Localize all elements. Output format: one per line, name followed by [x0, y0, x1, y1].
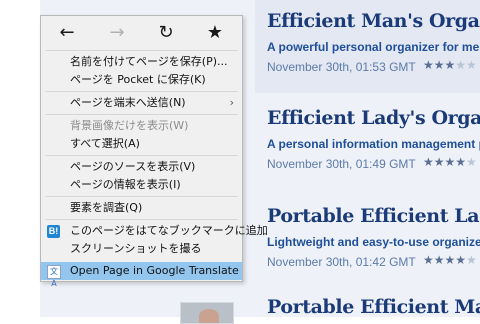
menu-item-label: ページのソースを表示(V)	[70, 160, 196, 173]
menu-item-select-all[interactable]: すべて選択(A)	[41, 135, 242, 153]
list-item[interactable]: Efficient Man's Organizer A powerful per…	[255, 0, 480, 93]
menu-separator	[45, 219, 238, 220]
page-left-margin	[0, 0, 40, 317]
program-title[interactable]: Portable Efficient Man's	[267, 296, 480, 317]
program-title[interactable]: Portable Efficient Lady's	[267, 205, 480, 227]
menu-separator	[45, 196, 238, 197]
list-item[interactable]: Efficient Lady's Organizer A personal in…	[255, 97, 480, 190]
thumbnail-figure	[199, 309, 219, 323]
menu-item-inspect-element[interactable]: 要素を調査(Q)	[41, 199, 242, 217]
menu-item-view-source[interactable]: ページのソースを表示(V)	[41, 158, 242, 176]
program-description: A powerful personal organizer for men th…	[267, 40, 480, 54]
menu-separator	[45, 91, 238, 92]
menu-separator	[45, 50, 238, 51]
menu-item-label: 名前を付けてページを保存(P)...	[70, 55, 228, 68]
menu-item-label: すべて選択(A)	[70, 137, 140, 150]
menu-item-label: ページを Pocket に保存(K)	[70, 73, 206, 86]
context-menu: ← → ↻ ★ 名前を付けてページを保存(P)... ページを Pocket に…	[40, 15, 268, 288]
menu-item-label: ページの情報を表示(I)	[70, 178, 181, 191]
program-thumbnail[interactable]	[180, 302, 234, 324]
program-title[interactable]: Efficient Man's Organizer	[267, 10, 480, 32]
chevron-right-icon: ›	[229, 96, 234, 109]
program-title[interactable]: Efficient Lady's Organizer	[267, 107, 480, 129]
list-item[interactable]: Portable Efficient Man's	[255, 290, 480, 317]
rating-stars: ★★★★★	[423, 155, 477, 169]
bookmark-star-icon[interactable]: ★	[195, 20, 235, 44]
program-description: Lightweight and easy-to-use organizer th…	[267, 235, 480, 249]
program-date: November 30th, 01:53 GMT	[267, 60, 416, 74]
google-translate-icon: 文A	[47, 265, 61, 288]
rating-stars: ★★★★★	[423, 58, 477, 72]
menu-item-google-translate[interactable]: 文A Open Page in Google Translate	[41, 262, 242, 288]
menu-item-view-background-image: 背景画像だけを表示(W)	[41, 117, 242, 135]
menu-item-page-info[interactable]: ページの情報を表示(I)	[41, 176, 242, 194]
program-date: November 30th, 01:49 GMT	[267, 157, 416, 171]
program-date: November 30th, 01:42 GMT	[267, 255, 416, 269]
menu-separator	[45, 155, 238, 156]
menu-item-save-page[interactable]: 名前を付けてページを保存(P)...	[41, 53, 242, 71]
menu-item-save-to-pocket[interactable]: ページを Pocket に保存(K)	[41, 71, 242, 89]
menu-item-send-to-device[interactable]: ページを端末へ送信(N) ›	[41, 94, 242, 112]
program-description: A personal information management packag…	[267, 137, 480, 151]
menu-item-label: 背景画像だけを表示(W)	[70, 119, 189, 132]
menu-item-take-screenshot[interactable]: スクリーンショットを撮る	[41, 240, 242, 258]
menu-item-hatena-bookmark[interactable]: B! このページをはてなブックマークに追加	[41, 222, 268, 240]
menu-item-label: このページをはてなブックマークに追加	[70, 224, 268, 237]
menu-separator	[45, 114, 238, 115]
hatena-bookmark-icon: B!	[47, 225, 60, 238]
menu-item-label: 要素を調査(Q)	[70, 201, 143, 214]
reload-icon[interactable]: ↻	[146, 20, 186, 44]
list-item[interactable]: Portable Efficient Lady's Lightweight an…	[255, 195, 480, 288]
rating-stars: ★★★★★	[423, 253, 477, 267]
context-nav-row: ← → ↻ ★	[41, 16, 242, 49]
back-arrow-icon[interactable]: ←	[47, 20, 87, 44]
forward-arrow-icon[interactable]: →	[97, 20, 137, 44]
menu-item-label: スクリーンショットを撮る	[70, 242, 202, 255]
menu-item-label: ページを端末へ送信(N)	[70, 96, 186, 109]
menu-item-label: Open Page in Google Translate	[70, 264, 239, 277]
